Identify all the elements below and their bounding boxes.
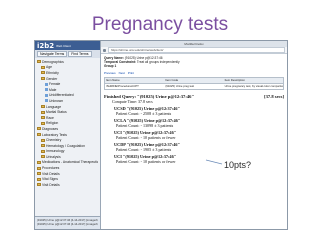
folder-icon bbox=[41, 77, 45, 81]
folder-icon bbox=[37, 172, 41, 176]
tree-item-label: Religion bbox=[46, 121, 59, 126]
folder-icon bbox=[41, 155, 45, 159]
site-result: UCI "(91025) Urine p@12:37:46" Patient Co… bbox=[104, 130, 284, 140]
folder-icon bbox=[41, 116, 45, 120]
patient-count: Patient Count: - 13098 ± 3 patients bbox=[116, 122, 174, 128]
tree-item-label: Male bbox=[49, 87, 57, 92]
leaf-icon bbox=[45, 93, 48, 97]
app-subtitle: Web Client bbox=[56, 43, 71, 48]
query-info: Query Name: (91025) Urine p@12:37:46 Tem… bbox=[101, 54, 287, 71]
finished-query-text: Finished Query: "(91025) Urine p@12:37:4… bbox=[104, 93, 195, 99]
patient-count: Patient Count: - 10 patients or fewer bbox=[116, 159, 176, 165]
app-logo: i2b2 bbox=[37, 41, 55, 50]
tree-item-label: Demographics bbox=[42, 59, 64, 64]
site-result: UCLA "(91025) Urine p@12:37:46" Patient C… bbox=[104, 118, 284, 128]
folder-icon bbox=[37, 166, 41, 170]
next-link[interactable]: Next bbox=[119, 71, 125, 75]
tree-item-label: Vital Signs bbox=[42, 177, 58, 182]
folder-icon bbox=[41, 65, 45, 69]
tree-item-label: Visit Details bbox=[42, 171, 60, 176]
site-results: UCSD "(91025) Urine p@12:37:46" Patient C… bbox=[104, 106, 284, 165]
elapsed-time: [37.8 secs] bbox=[264, 93, 284, 99]
tree-item-label: Unidifferentiated bbox=[49, 93, 74, 98]
tree-item-label: Hematology / Coagulation bbox=[46, 143, 86, 148]
patient-count: Patient Count: - 10 patients or fewer bbox=[116, 134, 176, 140]
folder-icon bbox=[41, 71, 45, 75]
folder-icon bbox=[41, 121, 45, 125]
lock-icon bbox=[103, 48, 106, 52]
tree-item-label: Laboratory Tests bbox=[42, 132, 68, 137]
tree-item-label: Unknown bbox=[49, 98, 64, 103]
table-row: \SHRINE\Procedures\CPT (91025) Urine pre… bbox=[105, 84, 283, 89]
leaf-icon bbox=[45, 82, 48, 86]
previous-link[interactable]: Previous bbox=[104, 71, 116, 75]
tree-item-label: Age bbox=[46, 65, 53, 70]
nav-links: Previous Next Print bbox=[101, 71, 287, 75]
tree-item[interactable]: Visit Details bbox=[37, 182, 98, 188]
folder-icon bbox=[41, 138, 45, 142]
address-bar: https://shrine.univ.edu/shrine/webclient… bbox=[101, 47, 287, 54]
tree-item-label: Gender bbox=[46, 76, 58, 81]
tree-item-label: Diagnoses bbox=[42, 126, 59, 131]
app-tabs: Navigate Terms Find Terms bbox=[35, 50, 100, 58]
folder-icon bbox=[41, 144, 45, 148]
leaf-icon bbox=[45, 88, 48, 92]
app-header: i2b2 Web Client bbox=[35, 41, 100, 50]
table-cell: \SHRINE\Procedures\CPT bbox=[106, 84, 139, 89]
print-link[interactable]: Print bbox=[128, 71, 134, 75]
compute-time: Compute Time: 37.8 secs bbox=[112, 98, 153, 104]
tree-item-label: Language bbox=[46, 104, 62, 109]
app-sidebar: i2b2 Web Client Navigate Terms Find Term… bbox=[35, 41, 101, 229]
folder-icon bbox=[37, 160, 41, 164]
callout-label: 10pts? bbox=[224, 160, 252, 170]
patient-count: Patient Count: - 2508 ± 3 patients bbox=[116, 110, 172, 116]
tree-item-label: Urinalysis bbox=[46, 154, 61, 159]
table-cell: Urine pregnancy test, by visual color co… bbox=[224, 84, 283, 89]
query-history-item[interactable]: (91025) Urine p@12:37:46 [4-14-2017] [mn… bbox=[37, 222, 98, 226]
folder-icon bbox=[37, 177, 41, 181]
tree-item-label: Immunology bbox=[46, 149, 65, 154]
url-input[interactable]: https://shrine.univ.edu/shrine/webclient… bbox=[108, 47, 285, 53]
folder-icon bbox=[41, 149, 45, 153]
folder-icon bbox=[37, 133, 41, 137]
tree-item[interactable]: Medications - Anatomical Therapeutic Che… bbox=[37, 160, 98, 166]
site-result: UCI "(91025) Urine p@12:37:46" Patient Co… bbox=[104, 154, 284, 164]
group-label: Group 1 bbox=[104, 64, 117, 69]
folder-icon bbox=[37, 127, 41, 131]
tab-navigate-terms[interactable]: Navigate Terms bbox=[37, 51, 68, 57]
embedded-screenshot: i2b2 Web Client Navigate Terms Find Term… bbox=[34, 40, 288, 230]
tree-item-label: Race bbox=[46, 115, 54, 120]
query-results: Finished Query: "(91025) Urine p@12:37:4… bbox=[101, 92, 287, 169]
folder-icon bbox=[41, 110, 45, 114]
leaf-icon bbox=[45, 99, 48, 103]
tree-item-label: Ethnicity bbox=[46, 70, 59, 75]
tree-item-label: Procedures bbox=[42, 166, 60, 171]
site-result: UCSD "(91025) Urine p@12:37:46" Patient C… bbox=[104, 106, 284, 116]
tree-item-label: Visit Details bbox=[42, 182, 60, 187]
column-header: Item Code bbox=[165, 78, 179, 83]
folder-icon bbox=[37, 183, 41, 187]
column-header: Item Name bbox=[106, 78, 120, 83]
tree-item-label: Female bbox=[49, 82, 61, 87]
ontology-tree: Demographics Age Ethnicity Gender Female Male… bbox=[35, 58, 100, 189]
tree-item-label: Medications - Anatomical Therapeutic Che… bbox=[42, 160, 98, 165]
tree-item-label: Chemistry bbox=[46, 138, 62, 143]
folder-icon bbox=[41, 105, 45, 109]
folder-icon bbox=[37, 60, 41, 64]
browser-window: Mozilla Firefox https://shrine.univ.edu/… bbox=[101, 41, 287, 229]
slide-title: Pregnancy tests bbox=[91, 14, 229, 35]
temporal-value: Treat all groups independently bbox=[136, 60, 180, 65]
query-history: (91025) Urine p@12:37:46 [4-14-2017] [mn… bbox=[35, 216, 100, 229]
query-item-table: Item Name Item Code Item Description \SH… bbox=[104, 76, 284, 90]
tree-item-label: Marital Status bbox=[46, 110, 67, 115]
table-cell: (91025) Urine preg test bbox=[165, 84, 195, 89]
column-header: Item Description bbox=[224, 78, 245, 83]
site-result: UCDP "(91025) Urine p@12:37:46" Patient C… bbox=[104, 142, 284, 152]
patient-count: Patient Count: - 1905 ± 3 patients bbox=[116, 147, 172, 153]
tab-find-terms[interactable]: Find Terms bbox=[68, 51, 92, 57]
